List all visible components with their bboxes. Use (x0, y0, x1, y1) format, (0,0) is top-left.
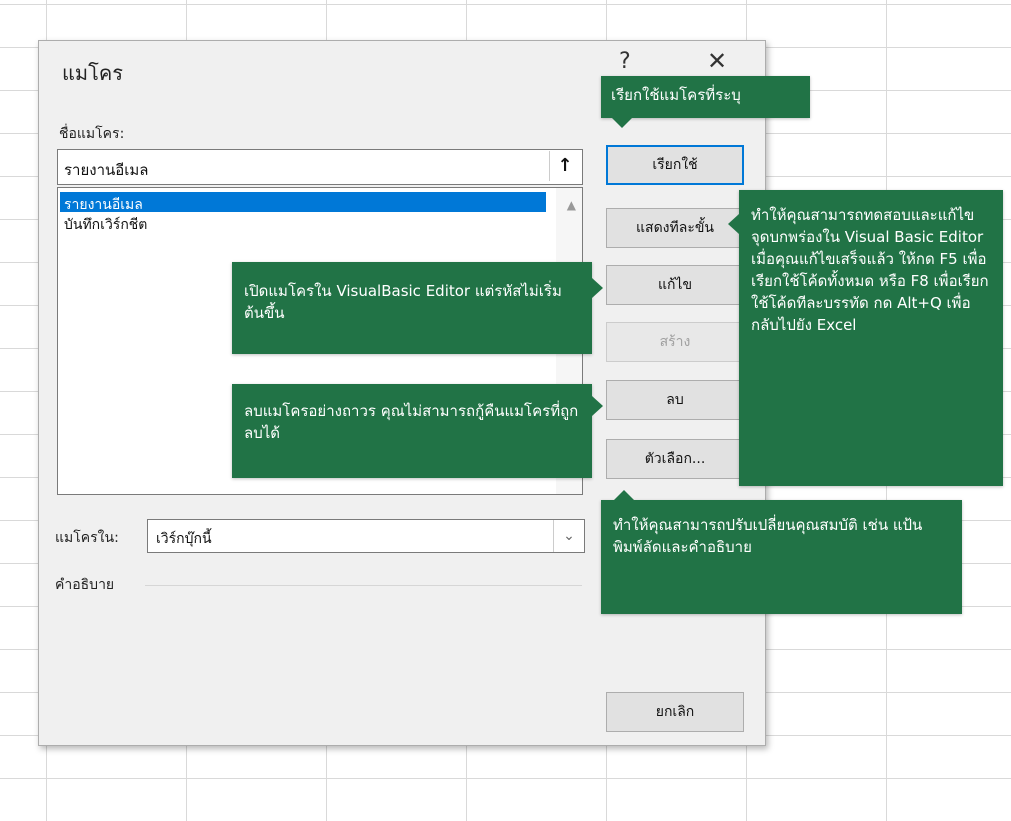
description-divider (145, 585, 582, 586)
options-callout-arrow (614, 490, 634, 500)
create-button: สร้าง (606, 322, 744, 362)
macro-name-input[interactable]: รายงานอีเมล (57, 149, 583, 185)
upload-icon[interactable]: ↑ (549, 151, 580, 181)
step-into-callout-arrow (728, 214, 739, 234)
macro-name-label: ชื่อแมโคร: (59, 126, 125, 142)
description-label: คำอธิบาย (55, 577, 115, 593)
delete-callout: ลบแมโครอย่างถาวร คุณไม่สามารถกู้คืนแมโคร… (232, 384, 592, 478)
chevron-down-icon[interactable]: ⌄ (553, 520, 584, 552)
options-callout: ทำให้คุณสามารถปรับเปลี่ยนคุณสมบัติ เช่น … (601, 500, 962, 614)
step-into-callout: ทำให้คุณสามารถทดสอบและแก้ไขจุดบกพร่องใน … (739, 190, 1003, 486)
list-item[interactable]: บันทึกเวิร์กชีต (60, 212, 546, 233)
macros-in-label: แมโครใน: (55, 530, 119, 546)
edit-button[interactable]: แก้ไข (606, 265, 744, 305)
delete-button[interactable]: ลบ (606, 380, 744, 420)
edit-callout: เปิดแมโครใน VisualBasic Editor แต่รหัสไม… (232, 262, 592, 354)
close-icon[interactable]: ✕ (707, 47, 727, 75)
macros-in-value: เวิร์กบุ๊กนี้ (156, 531, 212, 547)
delete-callout-arrow (592, 396, 603, 416)
run-button[interactable]: เรียกใช้ (606, 145, 744, 185)
help-icon[interactable]: ? (619, 49, 631, 74)
chevron-up-icon[interactable]: ▲ (567, 198, 576, 212)
run-callout: เรียกใช้แมโครที่ระบุ (601, 76, 810, 118)
options-button[interactable]: ตัวเลือก... (606, 439, 744, 479)
macros-in-select[interactable]: เวิร์กบุ๊กนี้ ⌄ (147, 519, 585, 553)
edit-callout-arrow (592, 278, 603, 298)
run-callout-arrow (612, 118, 632, 128)
dialog-title: แมโคร (62, 61, 123, 85)
list-item[interactable]: รายงานอีเมล (60, 192, 546, 213)
step-into-button[interactable]: แสดงทีละขั้น (606, 208, 744, 248)
cancel-button[interactable]: ยกเลิก (606, 692, 744, 732)
